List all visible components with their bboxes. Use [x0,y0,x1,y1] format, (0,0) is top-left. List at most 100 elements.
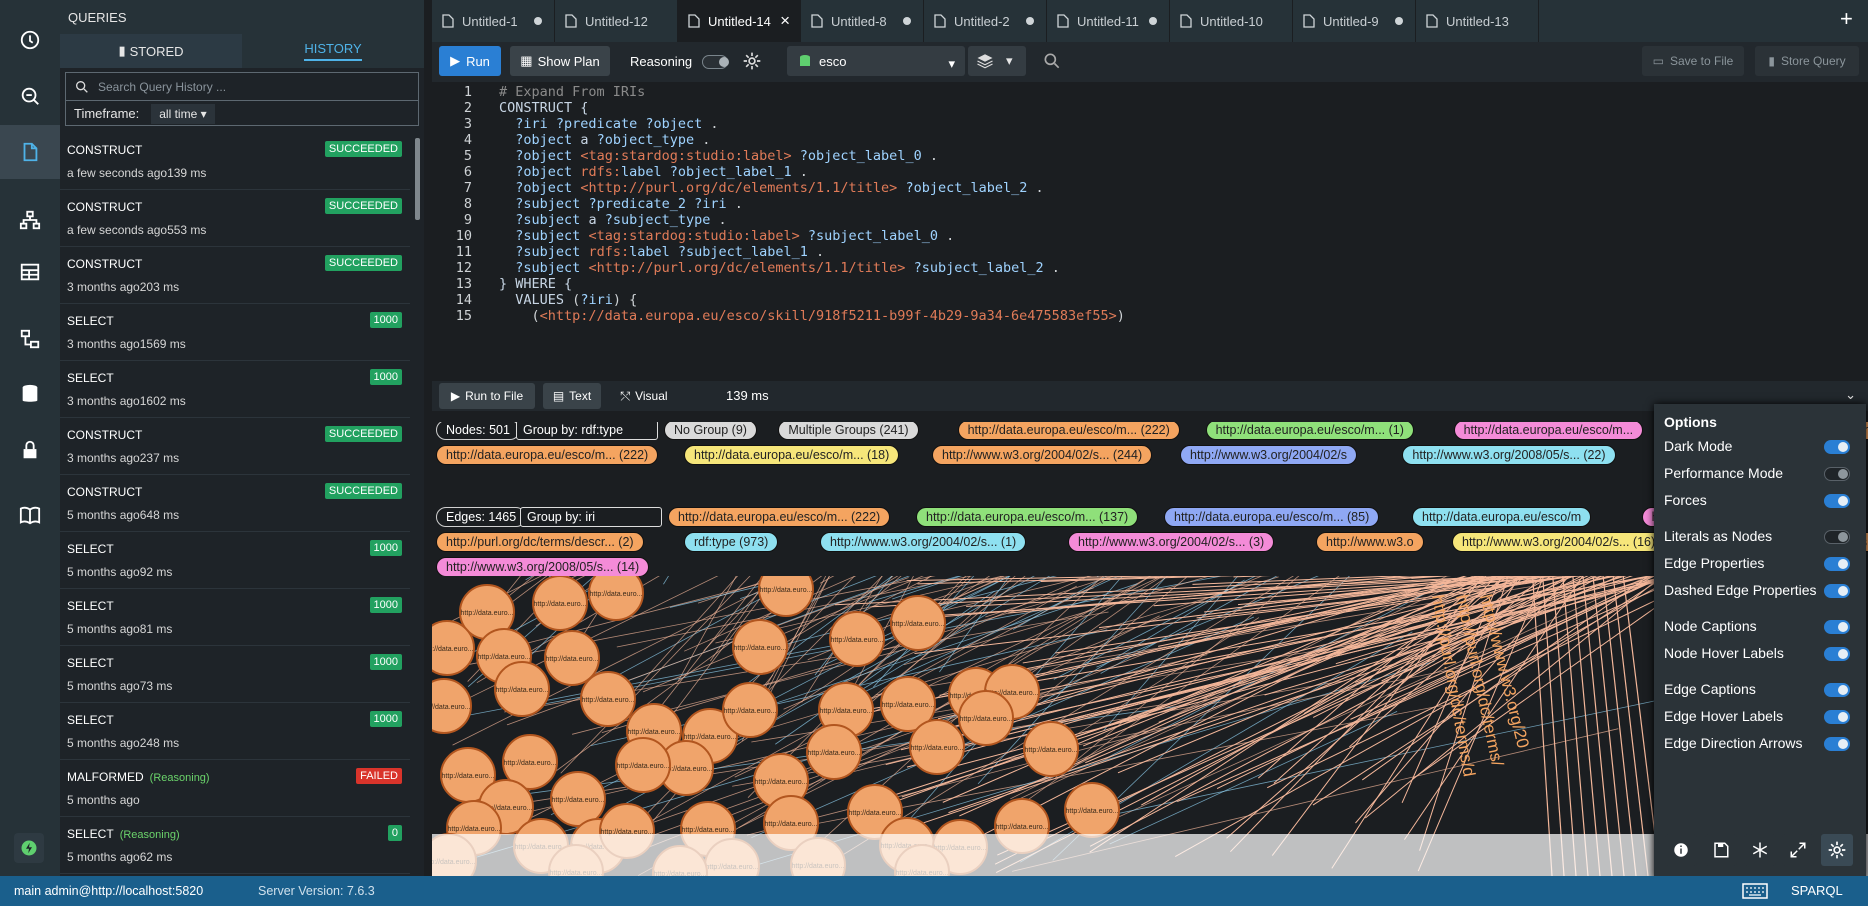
code-line: ?object rdfs:label ?object_label_1 . [515,164,808,180]
list-item[interactable]: CONSTRUCT 3 months ago237 ms SUCCEEDED [60,418,410,475]
legend-chip[interactable]: http://www.w3.org/2004/02/s... (244) [932,445,1153,465]
visual-view-button[interactable]: ⤲ Visual [610,383,678,409]
hierarchy-icon[interactable] [0,193,60,247]
legend-chip[interactable]: http://data.europa.eu/esco/m... [1453,422,1644,440]
graph-settings-button[interactable] [1821,834,1853,866]
legend-chip[interactable]: http://data.europa.eu/esco/m... (18) [684,445,900,465]
run-to-file-button[interactable]: ▶ Run to File [439,383,535,409]
table-icon[interactable] [0,245,60,299]
option-toggle[interactable] [1824,530,1850,544]
new-query-button[interactable] [14,833,44,863]
search-icon [76,80,88,93]
legend-chip[interactable]: http://www.w3.org/2008/05/s... (22) [1402,445,1616,465]
save-graph-button[interactable] [1705,834,1737,866]
add-tab-button[interactable]: + [1840,6,1860,32]
fullscreen-button[interactable] [1782,834,1814,866]
list-item[interactable]: CONSTRUCT 3 months ago203 ms SUCCEEDED [60,247,410,304]
legend-chip[interactable]: http://www.w3.org/2004/02/s... (16) [1452,532,1666,552]
tab-untitled-12[interactable]: Untitled-12 [555,0,678,42]
search-icon[interactable] [1042,51,1062,71]
tab-history[interactable]: HISTORY [242,34,424,68]
list-item[interactable]: SELECT 5 months ago73 ms 1000 [60,646,410,703]
option-toggle[interactable] [1824,494,1850,508]
store-query-button[interactable]: ▮ Store Query [1755,46,1859,76]
list-item[interactable]: SELECT (Reasoning) 5 months ago62 ms 0 [60,817,410,874]
legend-chip[interactable]: No Group (9) [664,422,757,440]
namespace-select[interactable]: ▾ [968,46,1026,76]
list-item[interactable]: CONSTRUCT 5 months ago648 ms SUCCEEDED [60,475,410,532]
freeze-button[interactable] [1744,834,1776,866]
legend-chip[interactable]: http://data.europa.eu/esco/m... (1) [1205,422,1414,440]
list-item[interactable]: SELECT 5 months ago81 ms 1000 [60,589,410,646]
legend-chip[interactable]: http://data.europa.eu/esco/m... (137) [916,507,1139,527]
run-button[interactable]: ▶ Run [439,46,501,76]
option-toggle[interactable] [1824,683,1850,697]
legend-chip[interactable]: http://www.w3.org/2008/05/s... (14) [436,557,650,576]
legend-chip[interactable]: http://www.w3.org/2004/02/s... (1) [820,532,1027,552]
model-icon[interactable] [0,312,60,366]
text-view-button[interactable]: ▤ Text [543,383,601,409]
scrollbar[interactable] [415,138,420,220]
reasoning-toggle[interactable] [702,55,729,69]
option-toggle[interactable] [1824,557,1850,571]
query-editor[interactable]: 1 # Expand From IRIs 2 CONSTRUCT {3 ?iri ?p… [432,82,1868,376]
chevron-down-icon[interactable]: ⌄ [1845,387,1856,403]
list-item[interactable]: CONSTRUCT a few seconds ago139 ms SUCCEEDE… [60,133,410,190]
option-toggle[interactable] [1824,467,1850,481]
option-toggle[interactable] [1824,584,1850,598]
save-to-file-button[interactable]: ▭ Save to File [1642,46,1744,76]
legend-chip[interactable]: http://data.europa.eu/esco/m... (222) [436,445,659,465]
keyboard-icon[interactable] [1742,883,1768,899]
gear-icon[interactable] [742,51,762,71]
tab-untitled-1[interactable]: Untitled-1 [432,0,555,42]
close-icon[interactable]: × [780,11,790,31]
tab-untitled-2[interactable]: Untitled-2 [924,0,1047,42]
tab-untitled-13[interactable]: Untitled-13 [1416,0,1539,42]
tab-untitled-10[interactable]: Untitled-10 [1170,0,1293,42]
group-by-select[interactable]: Group by: rdf:type [516,422,658,440]
list-item[interactable]: SELECT 3 months ago1569 ms 1000 [60,304,410,361]
book-icon[interactable] [0,488,60,542]
option-toggle[interactable] [1824,710,1850,724]
lock-icon[interactable] [0,423,60,477]
legend-chip[interactable]: http://www.w3.org/2004/02/s [1180,445,1358,465]
info-button[interactable] [1665,834,1697,866]
tab-untitled-9[interactable]: Untitled-9 [1293,0,1416,42]
language-mode[interactable]: SPARQL [1791,883,1843,898]
node-caption: http://data.euro... [432,704,471,711]
tab-untitled-8[interactable]: Untitled-8 [801,0,924,42]
tab-untitled-14[interactable]: Untitled-14 × [678,0,801,42]
option-toggle[interactable] [1824,620,1850,634]
legend-chip[interactable]: http://data.europa.eu/esco/m... (85) [1164,507,1380,527]
legend-chip[interactable]: Multiple Groups (241) [778,422,919,440]
legend-chip[interactable]: http://www.w3.o [1316,532,1424,552]
graph-svg[interactable]: http://data.euro... http://data.euro... ht… [432,576,1868,876]
list-item[interactable]: MALFORMED (Reasoning) 5 months ago FAILED [60,760,410,817]
group-by-select[interactable]: Group by: iri [520,507,662,527]
legend-chip[interactable]: http://data.europa.eu/esco/m... (222) [668,507,891,527]
database-icon[interactable] [0,367,60,421]
timeframe-select[interactable]: all time ▾ [151,103,215,124]
option-toggle[interactable] [1824,647,1850,661]
legend-chip[interactable]: http://www.w3.org/2004/02/s... (3) [1068,532,1275,552]
graph-canvas[interactable]: http://data.euro... http://data.euro... ht… [432,576,1868,876]
graph-node [758,576,814,617]
option-toggle[interactable] [1824,737,1850,751]
legend-chip[interactable]: http://purl.org/dc/terms/descr... (2) [436,532,644,552]
list-item[interactable]: CONSTRUCT a few seconds ago553 ms SUCCEEDE… [60,190,410,247]
help-icon[interactable] [0,13,60,67]
tab-untitled-11[interactable]: Untitled-11 [1047,0,1170,42]
document-icon[interactable] [0,125,60,179]
database-select[interactable]: esco ▾ [787,46,965,76]
option-toggle[interactable] [1824,440,1850,454]
legend-chip[interactable]: http://data.europa.eu/esco/m... (222) [957,422,1180,440]
query-search-icon[interactable] [0,69,60,123]
legend-chip[interactable]: http://data.europa.eu/esco/m [1412,507,1592,527]
tab-stored[interactable]: ▮ STORED [60,34,242,68]
show-plan-button[interactable]: ▦ Show Plan [510,46,610,76]
legend-chip[interactable]: rdf:type (973) [684,532,779,552]
list-item[interactable]: SELECT 5 months ago92 ms 1000 [60,532,410,589]
search-input[interactable]: Search Query History ... [66,73,418,101]
list-item[interactable]: SELECT 3 months ago1602 ms 1000 [60,361,410,418]
list-item[interactable]: SELECT 5 months ago248 ms 1000 [60,703,410,760]
